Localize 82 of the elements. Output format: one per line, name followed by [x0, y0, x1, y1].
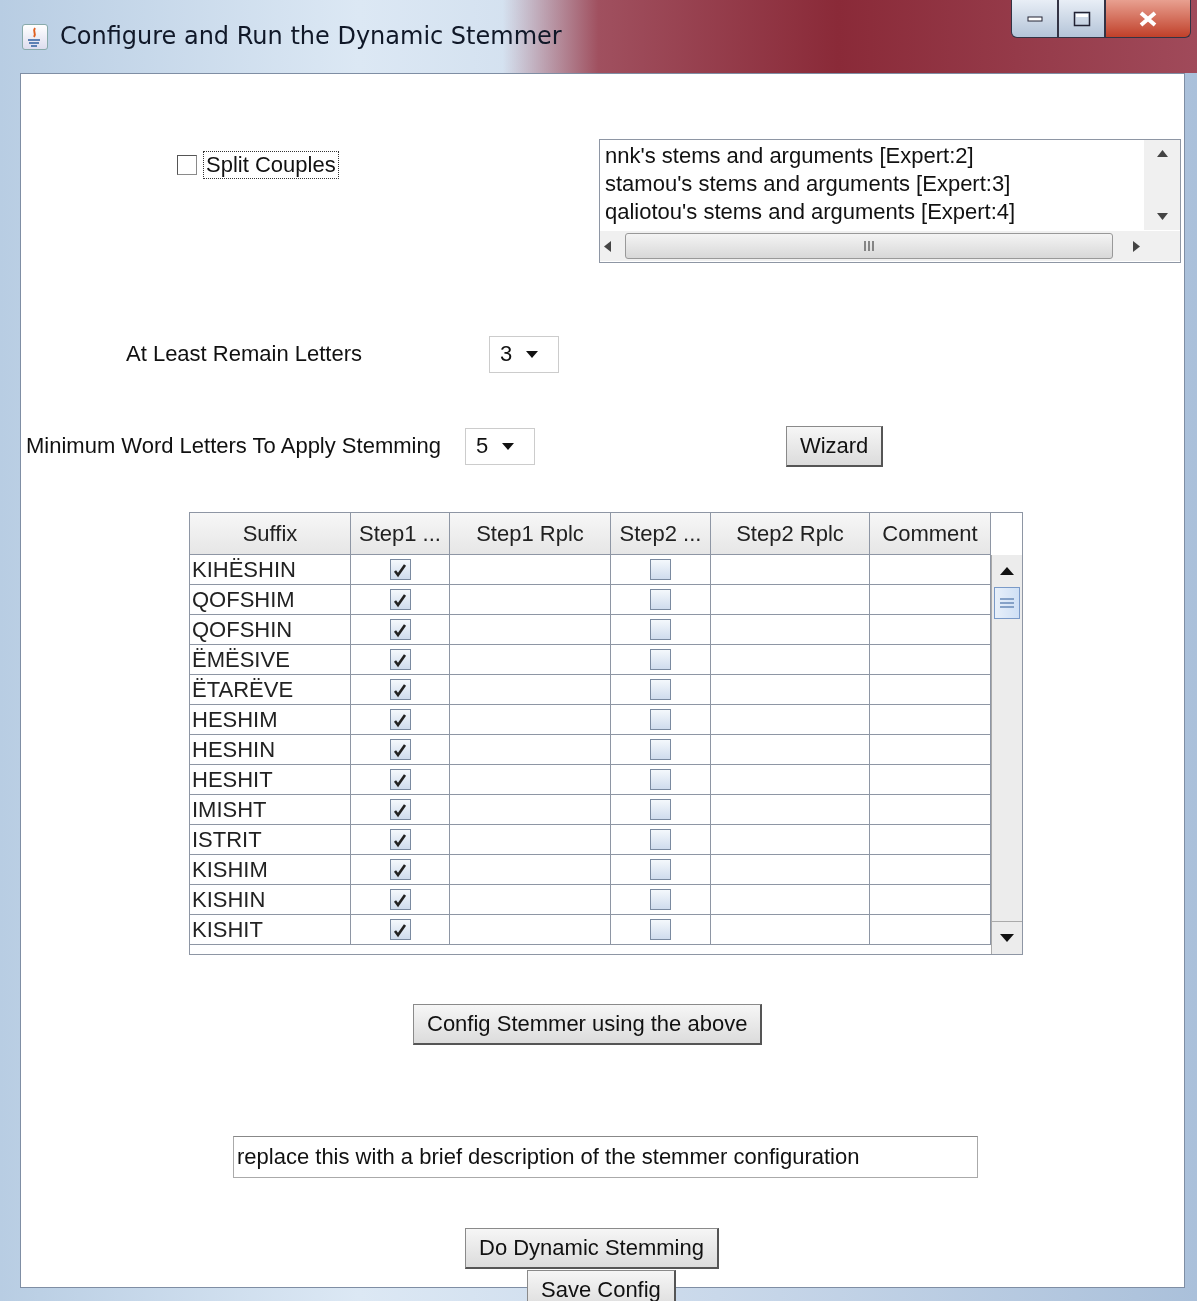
checkbox[interactable]: [389, 559, 411, 580]
scroll-left-icon[interactable]: [604, 240, 611, 252]
table-cell: HESHIN: [190, 735, 351, 765]
checkbox[interactable]: [389, 859, 411, 880]
table-cell: IMISHT: [190, 795, 351, 825]
horizontal-scrollbar[interactable]: [600, 230, 1180, 261]
grip-icon: [1000, 598, 1014, 608]
checkbox[interactable]: [650, 559, 671, 580]
table-cell: KISHIT: [190, 915, 351, 945]
column-header[interactable]: Step1 Rplc: [450, 513, 611, 555]
checkbox[interactable]: [650, 919, 671, 940]
checkbox[interactable]: [389, 709, 411, 730]
checkbox[interactable]: [650, 649, 671, 670]
window-title: Configure and Run the Dynamic Stemmer: [60, 22, 562, 50]
column-header[interactable]: Step2 Rplc: [711, 513, 870, 555]
checkbox[interactable]: [650, 589, 671, 610]
maximize-button[interactable]: [1058, 0, 1105, 38]
scroll-down-icon[interactable]: [1156, 213, 1168, 220]
checkbox[interactable]: [389, 589, 411, 610]
close-icon: [1139, 10, 1157, 27]
checkbox[interactable]: [650, 859, 671, 880]
checkbox[interactable]: [650, 799, 671, 820]
checkbox[interactable]: [389, 649, 411, 670]
checkbox[interactable]: [650, 739, 671, 760]
table-cell: QOFSHIM: [190, 585, 351, 615]
dropdown[interactable]: 3: [489, 335, 559, 373]
checkbox[interactable]: [650, 889, 671, 910]
dropdown[interactable]: 5: [464, 427, 535, 465]
scrollbar-thumb[interactable]: [625, 233, 1113, 259]
list-item[interactable]: qaliotou's stems and arguments [Expert:4]: [605, 198, 1144, 226]
checkbox[interactable]: [650, 619, 671, 640]
maximize-icon: [1072, 10, 1091, 27]
field-label: At Least Remain Letters: [126, 341, 362, 367]
minimize-button[interactable]: [1011, 0, 1058, 38]
description-field[interactable]: replace this with a brief description of the stemmer configuration: [233, 1136, 978, 1178]
vertical-scrollbar[interactable]: [1144, 140, 1180, 230]
table-cell: HESHIM: [190, 705, 351, 735]
table-cell: KISHIN: [190, 885, 351, 915]
field-label: Minimum Word Letters To Apply Stemming: [26, 433, 441, 459]
action-button[interactable]: Save Config: [527, 1270, 676, 1301]
table-cell: KIHËSHIN: [190, 555, 351, 585]
checkbox[interactable]: [389, 829, 411, 850]
vertical-scrollbar[interactable]: [991, 555, 1022, 954]
checkbox[interactable]: [389, 769, 411, 790]
scroll-up-icon[interactable]: [1000, 567, 1014, 575]
checkbox[interactable]: [389, 919, 411, 940]
table-cell: KISHIM: [190, 855, 351, 885]
app-icon: [22, 24, 48, 50]
table-cell: HESHIT: [190, 765, 351, 795]
column-header[interactable]: Suffix: [190, 513, 351, 555]
caret-icon: [526, 350, 539, 358]
checkbox[interactable]: [389, 619, 411, 640]
checkbox[interactable]: [389, 889, 411, 910]
checkbox-label[interactable]: Split Couples: [203, 151, 339, 179]
checkbox[interactable]: [389, 679, 411, 700]
action-button[interactable]: Do Dynamic Stemming: [465, 1228, 719, 1269]
table-cell: ISTRIT: [190, 825, 351, 855]
column-header[interactable]: Step2 ...: [611, 513, 711, 555]
scrollbar-thumb[interactable]: [994, 587, 1020, 619]
scroll-right-icon[interactable]: [1133, 240, 1140, 252]
checkbox[interactable]: [650, 679, 671, 700]
table-cell: QOFSHIN: [190, 615, 351, 645]
checkbox[interactable]: [389, 739, 411, 760]
grip-icon: [863, 241, 875, 251]
column-header[interactable]: Comment: [870, 513, 991, 555]
table-cell: ËMËSIVE: [190, 645, 351, 675]
checkbox[interactable]: [650, 709, 671, 730]
checkbox[interactable]: [650, 769, 671, 790]
checkbox[interactable]: [177, 155, 197, 175]
table-cell: ËTARËVE: [190, 675, 351, 705]
caret-icon: [502, 442, 515, 450]
checkbox[interactable]: [389, 799, 411, 820]
list-item[interactable]: nnk's stems and arguments [Expert:2]: [605, 142, 1144, 170]
wizard-button[interactable]: Wizard: [785, 425, 884, 467]
config-button[interactable]: Config Stemmer using the above: [413, 1004, 763, 1045]
checkbox[interactable]: [650, 829, 671, 850]
list-item[interactable]: stamou's stems and arguments [Expert:3]: [605, 170, 1144, 198]
column-header[interactable]: Step1 ...: [351, 513, 450, 555]
minimize-icon: [1026, 15, 1043, 22]
scroll-up-icon[interactable]: [1156, 150, 1168, 157]
close-button[interactable]: [1105, 0, 1191, 38]
scroll-down-icon[interactable]: [1000, 934, 1014, 942]
